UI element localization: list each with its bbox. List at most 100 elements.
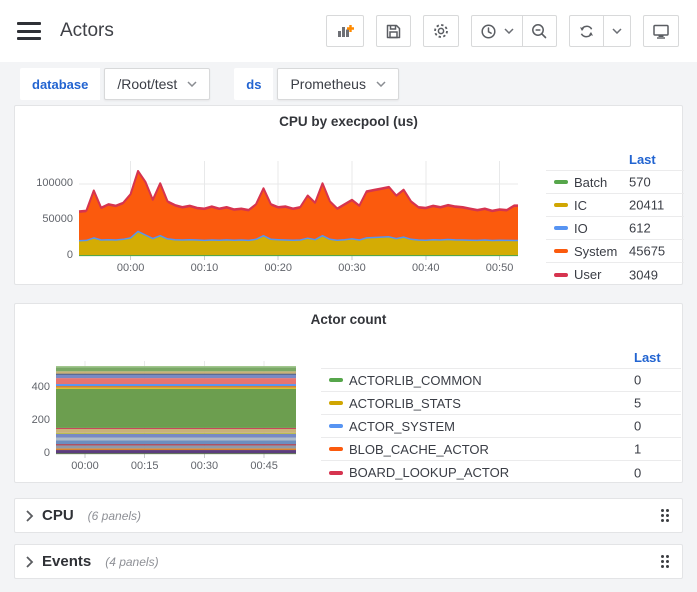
x-tick-label: 00:20	[264, 262, 292, 274]
series-name[interactable]: ACTORLIB_COMMON	[349, 373, 482, 388]
series-last-value: 0	[634, 419, 641, 434]
series-name[interactable]: BLOB_CACHE_ACTOR	[349, 442, 489, 457]
series-color-swatch	[554, 273, 568, 277]
row-panel-count: (4 panels)	[105, 555, 158, 569]
series-last-value: 45675	[629, 244, 665, 259]
series-color-swatch	[329, 401, 343, 405]
series-last-value: 0	[634, 465, 641, 480]
series-color-swatch	[329, 447, 343, 451]
y-tick-label: 200	[0, 414, 50, 426]
chevron-down-icon	[187, 81, 197, 87]
panel-title-cpu-by-execpool[interactable]: CPU by execpool (us)	[15, 114, 682, 129]
series-name[interactable]: BOARD_LOOKUP_ACTOR	[349, 465, 509, 480]
variables-row: database /Root/test ds Prometheus	[0, 62, 697, 100]
panel-cpu-by-execpool: CPU by execpool (us) 0 50000 100000 00:00 0…	[14, 105, 683, 285]
y-tick-label: 50000	[23, 213, 73, 225]
cpu-execpool-legend: Last Batch570IC20411 IO 612 System 45675 User 3…	[546, 149, 684, 286]
variable-ds: ds Prometheus	[234, 68, 399, 100]
x-tick-label: 00:00	[71, 460, 99, 472]
refresh-button[interactable]	[569, 15, 604, 47]
chevron-down-icon	[612, 28, 622, 34]
series-last-value: 1	[634, 442, 641, 457]
save-icon	[385, 23, 402, 40]
x-tick-label: 00:30	[191, 460, 219, 472]
x-tick-label: 00:00	[117, 262, 145, 274]
x-tick-label: 00:10	[191, 262, 219, 274]
variable-database-label: database	[20, 68, 100, 100]
legend-last-header: Last	[634, 350, 661, 365]
refresh-interval-button[interactable]	[604, 15, 631, 47]
series-color-swatch	[554, 226, 568, 230]
legend-row: ACTOR_SYSTEM 0	[321, 415, 681, 438]
refresh-controls	[569, 15, 631, 47]
panel-actor-count: Actor count 0200400 00:0000:1500:3000:45…	[14, 303, 683, 483]
series-name[interactable]: System	[574, 244, 617, 259]
time-range-picker-button[interactable]	[471, 15, 523, 47]
variable-database-dropdown[interactable]: /Root/test	[104, 68, 210, 100]
series-last-value: 3049	[629, 267, 658, 282]
legend-row: Batch570	[546, 171, 684, 194]
series-last-value: 0	[634, 373, 641, 388]
menu-icon[interactable]	[16, 21, 42, 41]
legend-row: ACTORLIB_COMMON 0	[321, 369, 681, 392]
gear-icon	[432, 22, 450, 40]
legend-row: IO 612	[546, 217, 684, 240]
series-last-value: 612	[629, 221, 651, 236]
series-color-swatch	[554, 180, 568, 184]
chevron-down-icon	[504, 28, 514, 34]
legend-row: BOARD_LOOKUP_ACTOR 0	[321, 461, 681, 484]
series-color-swatch	[329, 471, 343, 475]
variable-ds-dropdown[interactable]: Prometheus	[277, 68, 398, 100]
dashboard-row-cpu[interactable]: CPU (6 panels)	[14, 498, 683, 533]
variable-database-value: /Root/test	[117, 76, 177, 92]
series-name[interactable]: IC	[574, 198, 587, 213]
variable-ds-value: Prometheus	[290, 76, 365, 92]
series-name[interactable]: ACTORLIB_STATS	[349, 396, 461, 411]
drag-handle-icon[interactable]	[660, 554, 670, 569]
row-title: CPU	[42, 507, 74, 524]
x-tick-label: 00:15	[131, 460, 159, 472]
x-tick-label: 00:45	[250, 460, 278, 472]
cpu-execpool-chart[interactable]	[79, 161, 518, 256]
y-tick-label: 0	[23, 249, 73, 261]
row-title: Events	[42, 553, 91, 570]
legend-row: ACTORLIB_STATS 5	[321, 392, 681, 415]
legend-row: BLOB_CACHE_ACTOR 1	[321, 438, 681, 461]
cycle-view-mode-button[interactable]	[643, 15, 679, 47]
chevron-down-icon	[376, 81, 386, 87]
series-name[interactable]: IO	[574, 221, 588, 236]
toolbar	[326, 15, 679, 47]
variable-ds-label: ds	[234, 68, 273, 100]
legend-last-header: Last	[629, 152, 656, 167]
x-tick-label: 00:50	[486, 262, 514, 274]
series-color-swatch	[329, 424, 343, 428]
save-dashboard-button[interactable]	[376, 15, 411, 47]
time-controls	[471, 15, 557, 47]
dashboard-header: Actors	[0, 0, 697, 62]
series-name[interactable]: User	[574, 267, 601, 282]
panel-title-actor-count[interactable]: Actor count	[15, 312, 682, 327]
add-panel-button[interactable]	[326, 15, 364, 47]
actor-count-legend: LastACTORLIB_COMMON0ACTORLIB_STATS5ACTOR…	[321, 347, 681, 484]
series-color-swatch	[329, 378, 343, 382]
zoom-out-button[interactable]	[523, 15, 557, 47]
x-tick-label: 00:40	[412, 262, 440, 274]
series-last-value: 5	[634, 396, 641, 411]
y-tick-label: 0	[0, 447, 50, 459]
y-tick-label: 400	[0, 381, 50, 393]
legend-row: System 45675	[546, 240, 684, 263]
actor-count-chart[interactable]	[56, 361, 296, 454]
dashboard-row-events[interactable]: Events (4 panels)	[14, 544, 683, 579]
y-tick-label: 100000	[23, 177, 73, 189]
variable-database: database /Root/test	[20, 68, 210, 100]
series-name[interactable]: Batch	[574, 175, 607, 190]
monitor-icon	[652, 23, 670, 40]
legend-row: User 3049	[546, 263, 684, 286]
clock-icon	[480, 23, 497, 40]
series-name[interactable]: ACTOR_SYSTEM	[349, 419, 455, 434]
chevron-right-icon	[25, 555, 34, 569]
legend-row: IC20411	[546, 194, 684, 217]
dashboard-settings-button[interactable]	[423, 15, 459, 47]
drag-handle-icon[interactable]	[660, 508, 670, 523]
legend-header: Last	[321, 347, 681, 369]
